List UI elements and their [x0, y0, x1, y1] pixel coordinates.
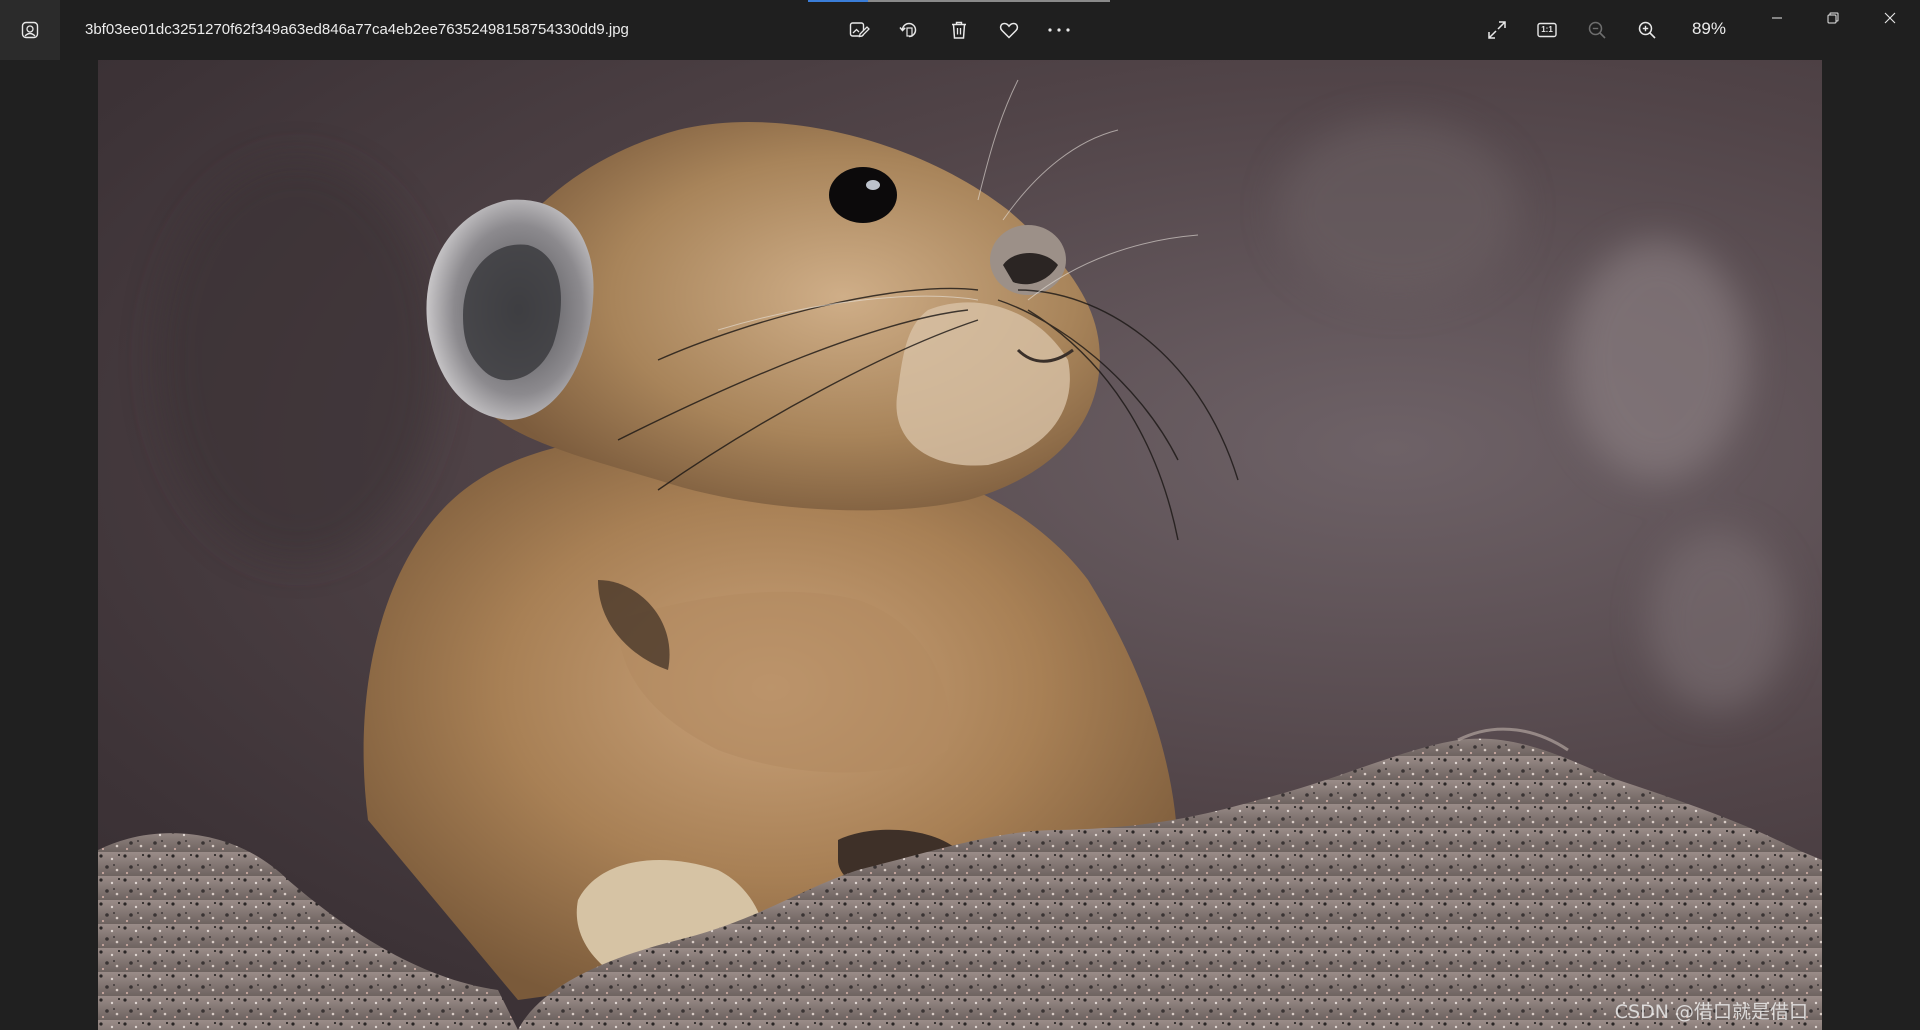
- close-icon: [1884, 11, 1896, 29]
- zoom-in-icon: [1636, 19, 1658, 41]
- zoom-in-button[interactable]: [1627, 10, 1667, 50]
- rotate-button[interactable]: [889, 10, 929, 50]
- photos-app-icon[interactable]: [0, 0, 60, 60]
- restore-button[interactable]: [1805, 0, 1861, 40]
- minimize-icon: [1771, 11, 1783, 29]
- restore-icon: [1827, 11, 1839, 29]
- title-bar: 3bf03ee01dc3251270f62f349a63ed846a77ca4e…: [0, 0, 1920, 60]
- tab-indicator: [808, 0, 1110, 2]
- actual-size-button[interactable]: 1:1: [1527, 10, 1567, 50]
- fullscreen-button[interactable]: [1477, 10, 1517, 50]
- trash-icon: [948, 19, 970, 41]
- favorite-button[interactable]: [989, 10, 1029, 50]
- delete-button[interactable]: [939, 10, 979, 50]
- watermark: CSDN @借口就是借口: [1614, 1001, 1808, 1023]
- edit-image-button[interactable]: [839, 10, 879, 50]
- heart-icon: [998, 19, 1020, 41]
- actual-size-label: 1:1: [1541, 25, 1553, 34]
- rotate-icon: [898, 19, 920, 41]
- zoom-level[interactable]: 89%: [1680, 0, 1726, 60]
- image-canvas[interactable]: CSDN @借口就是借口: [0, 60, 1920, 1030]
- expand-icon: [1486, 19, 1508, 41]
- tab-indicator-active: [808, 0, 868, 2]
- minimize-button[interactable]: [1749, 0, 1805, 40]
- file-name: 3bf03ee01dc3251270f62f349a63ed846a77ca4e…: [85, 21, 629, 38]
- zoom-out-button[interactable]: [1577, 10, 1617, 50]
- close-button[interactable]: [1862, 0, 1918, 40]
- more-dots-icon: [1046, 19, 1072, 41]
- actual-size-icon: 1:1: [1536, 19, 1558, 41]
- edit-image-icon: [848, 19, 870, 41]
- more-button[interactable]: [1039, 10, 1079, 50]
- zoom-out-icon: [1586, 19, 1608, 41]
- pika-photo: CSDN @借口就是借口: [98, 60, 1822, 1030]
